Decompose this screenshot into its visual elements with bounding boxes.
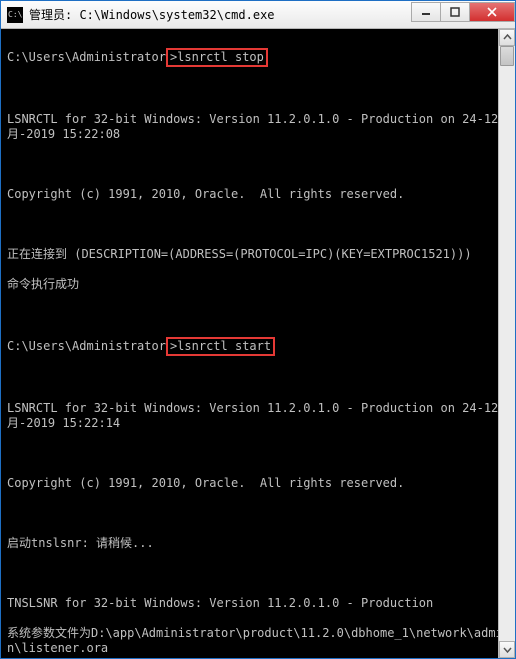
text-line: 系统参数文件为D:\app\Administrator\product\11.2… bbox=[7, 626, 509, 656]
window-title: 管理员: C:\Windows\system32\cmd.exe bbox=[29, 6, 412, 23]
prompt-path: C:\Users\Administrator bbox=[7, 50, 166, 64]
maximize-button[interactable] bbox=[440, 2, 470, 22]
scrollbar-thumb[interactable] bbox=[500, 46, 514, 66]
scrollbar[interactable] bbox=[498, 29, 515, 658]
titlebar[interactable]: 管理员: C:\Windows\system32\cmd.exe bbox=[1, 1, 515, 29]
prompt-line: C:\Users\Administrator>lsnrctl stop bbox=[7, 48, 509, 67]
text-line: Copyright (c) 1991, 2010, Oracle. All ri… bbox=[7, 187, 509, 202]
terminal-output[interactable]: C:\Users\Administrator>lsnrctl stop LSNR… bbox=[1, 29, 515, 658]
text-line: Copyright (c) 1991, 2010, Oracle. All ri… bbox=[7, 476, 509, 491]
highlight-lsnrctl-stop: >lsnrctl stop bbox=[166, 48, 268, 67]
text-line: TNSLSNR for 32-bit Windows: Version 11.2… bbox=[7, 596, 509, 611]
chevron-down-icon bbox=[503, 645, 512, 654]
text-line: 正在连接到 (DESCRIPTION=(ADDRESS=(PROTOCOL=IP… bbox=[7, 247, 509, 262]
close-button[interactable] bbox=[469, 2, 515, 22]
minimize-button[interactable] bbox=[411, 2, 441, 22]
chevron-up-icon bbox=[503, 33, 512, 42]
scroll-down-button[interactable] bbox=[499, 641, 515, 658]
scroll-up-button[interactable] bbox=[499, 29, 515, 46]
prompt-line: C:\Users\Administrator>lsnrctl start bbox=[7, 337, 509, 356]
text-line: 命令执行成功 bbox=[7, 277, 509, 292]
text-line: LSNRCTL for 32-bit Windows: Version 11.2… bbox=[7, 401, 509, 431]
cmd-window: 管理员: C:\Windows\system32\cmd.exe C:\User… bbox=[0, 0, 516, 659]
close-icon bbox=[487, 7, 497, 17]
cmd-icon bbox=[7, 7, 23, 23]
highlight-lsnrctl-start: >lsnrctl start bbox=[166, 337, 275, 356]
scrollbar-track[interactable] bbox=[499, 46, 515, 641]
text-line: 启动tnslsnr: 请稍候... bbox=[7, 536, 509, 551]
minimize-icon bbox=[421, 7, 431, 17]
prompt-path: C:\Users\Administrator bbox=[7, 339, 166, 353]
window-buttons bbox=[412, 1, 515, 28]
maximize-icon bbox=[450, 7, 460, 17]
text-line: LSNRCTL for 32-bit Windows: Version 11.2… bbox=[7, 112, 509, 142]
